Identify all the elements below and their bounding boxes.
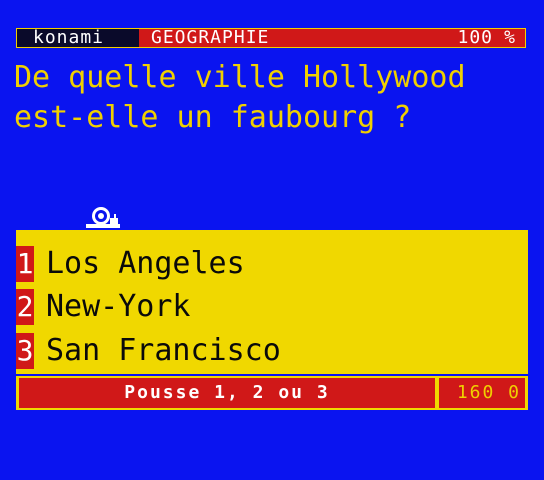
answer-option-1[interactable]: 1 Los Angeles <box>16 246 528 282</box>
answer-label-2: New-York <box>46 289 191 324</box>
answer-number-2: 2 <box>16 289 34 325</box>
footer-bar: Pousse 1, 2 ou 3 160 0 <box>16 376 528 410</box>
score-value: 100 <box>457 27 493 48</box>
answer-panel: 1 Los Angeles 2 New-York 3 San Francisco <box>16 230 528 374</box>
status-bar: konami GEOGRAPHIE 100 % <box>16 28 526 48</box>
category-label: GEOGRAPHIE <box>151 27 270 48</box>
answer-number-1: 1 <box>16 246 34 282</box>
answer-option-2[interactable]: 2 New-York <box>16 289 528 325</box>
points-counter: 160 0 <box>439 378 525 408</box>
question-line-1: De quelle ville Hollywood <box>14 60 466 95</box>
instruction-prompt: Pousse 1, 2 ou 3 <box>19 378 435 408</box>
question-text: De quelle ville Hollywood est-elle un fa… <box>14 58 534 138</box>
brand-label: konami <box>17 29 139 47</box>
answer-label-3: San Francisco <box>46 333 281 368</box>
answer-label-1: Los Angeles <box>46 246 245 281</box>
snail-mascot-icon <box>86 207 120 228</box>
answer-option-3[interactable]: 3 San Francisco <box>16 333 528 369</box>
question-line-2: est-elle un faubourg ? <box>14 100 412 135</box>
answer-number-3: 3 <box>16 333 34 369</box>
percent-sign: % <box>504 27 515 48</box>
